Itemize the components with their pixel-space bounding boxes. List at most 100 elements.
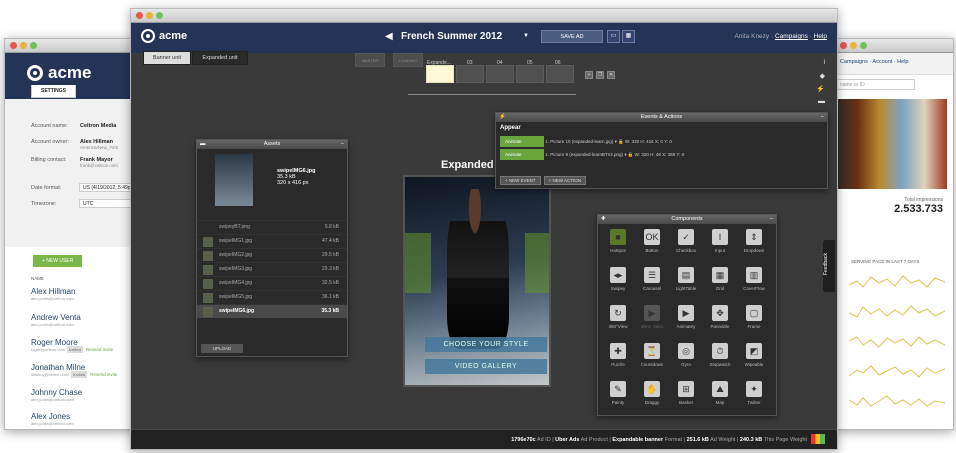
list-item[interactable]: swipeIMG4.jpg 32.5 kB	[197, 276, 347, 290]
list-item[interactable]: swipeyBT.png 5.8 kB	[197, 220, 347, 234]
duplicate-frame-icon[interactable]: ❐	[596, 71, 604, 79]
component-draggy[interactable]: ✋ Draggy	[636, 381, 668, 411]
x-value[interactable]: 0	[660, 139, 663, 144]
acme-logo[interactable]: acme	[141, 29, 187, 43]
component-basket[interactable]: ⊞ Basket	[670, 381, 702, 411]
account-owner-value[interactable]: Alex Hillman America/New_York	[80, 139, 118, 150]
save-ad-button[interactable]: SAVE AD	[541, 30, 603, 43]
cube-icon[interactable]: ◆	[820, 72, 825, 80]
component-animatey[interactable]: ▶ Animatey	[670, 305, 702, 335]
x-value[interactable]: 368	[668, 152, 676, 157]
component-countdown[interactable]: ⏳ Countdown	[636, 343, 668, 373]
campaigns-link[interactable]: Campaigns	[775, 33, 808, 40]
component-hotspot[interactable]: ■ Hotspot	[602, 229, 634, 259]
component-map[interactable]: ⛰ Map	[704, 381, 736, 411]
frame-thumb[interactable]	[516, 65, 544, 83]
hotspot-region[interactable]	[525, 233, 549, 293]
tab-settings[interactable]: SETTINGS	[31, 85, 77, 98]
search-input[interactable]: name or ID	[835, 79, 915, 90]
y-value[interactable]: 0	[669, 139, 672, 144]
frame-thumb[interactable]	[456, 65, 484, 83]
choose-your-style-button[interactable]: CHOOSE YOUR STYLE	[425, 337, 547, 352]
hotspot-region[interactable]	[405, 233, 431, 293]
list-item[interactable]: swipeIMG3.jpg 29.3 kB	[197, 262, 347, 276]
list-item[interactable]: Jonathan Milne littlebuy@celtron.com Invit…	[31, 363, 117, 378]
component-wipeable[interactable]: ◩ Wipeable	[738, 343, 770, 373]
zoom-icon[interactable]	[860, 42, 867, 49]
component-puzzle[interactable]: ✚ Puzzle	[602, 343, 634, 373]
list-item-selected[interactable]: swipeIMG6.jpg 35.3 kB	[197, 304, 347, 318]
video-gallery-button[interactable]: VIDEO GALLERY	[425, 359, 547, 374]
info-icon[interactable]: i	[823, 59, 825, 66]
component-dropdown[interactable]: ⇕ Dropdown	[738, 229, 770, 259]
user-name[interactable]: Anita Knezy	[734, 33, 769, 40]
list-item[interactable]: swipeIMG2.jpg 29.5 kB	[197, 248, 347, 262]
height-value[interactable]: 48	[656, 152, 661, 157]
master-frame-button[interactable]: MASTER	[355, 53, 385, 67]
delete-frame-icon[interactable]: ✕	[607, 71, 615, 79]
collapse-icon[interactable]: −	[341, 140, 344, 149]
minimize-icon[interactable]	[850, 42, 857, 49]
component-pannable[interactable]: ✥ Pannable	[704, 305, 736, 335]
resend-invite-link[interactable]: Resend invite	[86, 347, 113, 352]
close-icon[interactable]	[840, 42, 847, 49]
component-grid[interactable]: ▦ Grid	[704, 267, 736, 297]
frame-thumb-selected[interactable]	[426, 65, 454, 83]
ad-canvas[interactable]: CHOOSE YOUR STYLE VIDEO GALLERY	[403, 175, 551, 387]
action-row[interactable]: Animate 1: Picture 9 (expanded-learnBTn2…	[496, 149, 827, 160]
timeline-ruler[interactable]	[408, 87, 576, 95]
component-360-view[interactable]: ↻ 360°View	[602, 305, 634, 335]
list-item[interactable]: Roger Moore roger@celtron.com Invited Resen…	[31, 338, 113, 353]
component-button[interactable]: OK Button	[636, 229, 668, 259]
list-item[interactable]: Andrew Venta alex.jones@celtron.com	[31, 313, 81, 327]
minimize-icon[interactable]	[20, 42, 27, 49]
action-type-select[interactable]: Animate	[500, 136, 544, 147]
list-item[interactable]: Alex Jones alex.jones@celtron.com	[31, 412, 74, 426]
width-value[interactable]: 320	[641, 152, 649, 157]
component-inline-video[interactable]: ▶ Inline video	[636, 305, 668, 335]
new-user-button[interactable]: + NEW USER	[33, 255, 83, 267]
frame-thumb[interactable]	[486, 65, 514, 83]
qr-code-icon[interactable]: ▦	[622, 30, 635, 43]
component-frame[interactable]: ▢ Frame	[738, 305, 770, 335]
close-icon[interactable]	[10, 42, 17, 49]
top-nav[interactable]: Campaigns · Account · Help	[835, 53, 953, 75]
list-item[interactable]: Alex Hillman alex.jones@celtron.com	[31, 287, 75, 301]
component-coverflow[interactable]: ▥ CoverFlow	[738, 267, 770, 297]
collapse-icon[interactable]: −	[770, 215, 773, 224]
ad-title[interactable]: French Summer 2012	[401, 31, 502, 42]
add-frame-icon[interactable]: +	[585, 71, 593, 79]
upload-button[interactable]: UPLOAD	[201, 344, 243, 353]
close-icon[interactable]	[136, 12, 143, 19]
component-painty[interactable]: ✎ Painty	[602, 381, 634, 411]
component-twitter[interactable]: ✦ Twitter	[738, 381, 770, 411]
component-checkbox[interactable]: ✓ Checkbox	[670, 229, 702, 259]
billing-contact-value[interactable]: Frank Mayor frank@celtron.com	[80, 157, 118, 168]
frame-thumb[interactable]	[546, 65, 574, 83]
tab-banner-unit[interactable]: Banner unit	[143, 51, 191, 65]
action-type-select[interactable]: Animate	[500, 149, 544, 160]
action-target[interactable]: Picture 10 (expanded-learn.jpg)	[550, 139, 613, 144]
component-carousel[interactable]: ☰ Carousel	[636, 267, 668, 297]
acme-logo[interactable]: acme	[27, 63, 91, 83]
minimize-icon[interactable]	[146, 12, 153, 19]
zoom-icon[interactable]	[30, 42, 37, 49]
resend-invite-link[interactable]: Resend invite	[90, 372, 117, 377]
list-item[interactable]: swipeIMG1.jpg 47.4 kB	[197, 234, 347, 248]
component-gyro[interactable]: ◎ Gyro	[670, 343, 702, 373]
component-swipey[interactable]: ◂▸ Swipey	[602, 267, 634, 297]
chevron-down-icon[interactable]: ▼	[523, 33, 529, 39]
zoom-icon[interactable]	[156, 12, 163, 19]
new-event-button[interactable]: + NEW EVENT	[500, 176, 541, 185]
y-value[interactable]: 0	[682, 152, 685, 157]
width-value[interactable]: 320	[632, 139, 640, 144]
tab-expanded-unit[interactable]: Expanded unit	[192, 51, 248, 65]
feedback-tab[interactable]: Feedback	[823, 240, 835, 292]
component-stopwatch[interactable]: ⏱ Stopwatch	[704, 343, 736, 373]
account-name-value[interactable]: Celtron Media	[80, 123, 116, 129]
list-item[interactable]: Johnny Chase alex.jones@celtron.com	[31, 388, 82, 402]
height-value[interactable]: 416	[646, 139, 654, 144]
back-arrow-icon[interactable]: ◀	[385, 31, 393, 42]
component-input[interactable]: I Input	[704, 229, 736, 259]
collapse-icon[interactable]: −	[821, 113, 824, 122]
